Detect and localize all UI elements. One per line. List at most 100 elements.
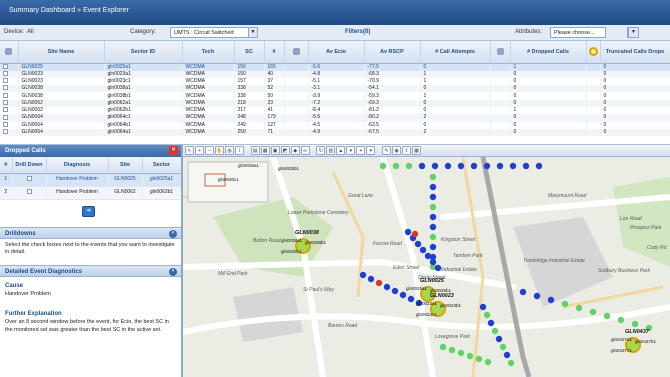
header-count[interactable]: #	[264, 41, 285, 64]
sample-dot[interactable]	[522, 162, 530, 170]
sample-dot[interactable]	[429, 213, 437, 221]
header-call-attempts[interactable]: # Call Attempts	[420, 41, 491, 64]
overview-inset[interactable]	[187, 161, 269, 203]
highlight-icon[interactable]: ◉	[392, 146, 402, 155]
sample-dot[interactable]	[429, 173, 437, 181]
drilldown-checkbox[interactable]	[12, 186, 47, 200]
sample-dot[interactable]	[359, 271, 367, 279]
map-view-icon[interactable]: ▣	[270, 146, 280, 155]
header-tech[interactable]: Tech	[182, 41, 235, 64]
row-checkbox[interactable]	[0, 99, 19, 107]
sample-dot[interactable]	[509, 162, 517, 170]
sample-dot[interactable]	[457, 162, 465, 170]
drilldown-checkbox[interactable]	[12, 173, 47, 187]
table-icon[interactable]: ▦	[412, 146, 422, 155]
filters-link[interactable]: Filters(0)	[345, 29, 370, 35]
device-value[interactable]: All	[27, 29, 34, 35]
pen-icon[interactable]: ✎	[382, 146, 392, 155]
sample-dot[interactable]	[617, 316, 625, 324]
zoom-in-icon[interactable]: +	[195, 146, 204, 155]
sample-dot[interactable]	[375, 279, 383, 287]
dropped-header-diagnosis[interactable]: Diagnosis	[46, 157, 109, 174]
sample-dot[interactable]	[507, 359, 515, 367]
grid-icon[interactable]: ▦	[260, 146, 270, 155]
refresh-icon[interactable]: ↻	[316, 146, 326, 155]
header-truncated-drops[interactable]: Truncated Calls Drops	[600, 41, 670, 64]
header-av-rscp[interactable]: Av RSCP	[364, 41, 421, 64]
row-checkbox[interactable]	[0, 114, 19, 122]
sample-dot[interactable]	[367, 275, 375, 283]
diagnostics-header[interactable]: Detailed Event Diagnostics ^	[0, 264, 181, 277]
sample-dot[interactable]	[519, 288, 527, 296]
category-select[interactable]: UMTS : Circuit Switched ▼	[170, 27, 258, 38]
sample-dot[interactable]	[479, 303, 487, 311]
row-checkbox[interactable]	[0, 106, 19, 115]
sample-dot[interactable]	[533, 292, 541, 300]
sample-dot[interactable]	[575, 304, 583, 312]
sample-dot[interactable]	[429, 193, 437, 201]
sample-dot[interactable]	[503, 351, 511, 359]
table-row[interactable]: GLN0062 gln0062a1 WCDMA 218 23 -7.2 -69.3 0 0 0	[0, 99, 670, 107]
export-icon[interactable]: ⇪	[402, 146, 412, 155]
globe-icon[interactable]: ◍	[225, 146, 234, 155]
breadcrumb-dashboard-link[interactable]: Summary Dashboard	[9, 7, 75, 14]
table-row[interactable]: GLN0038 gln0038b1 WCDMA 338 50 -3.9 -59.3 1 0 0	[0, 92, 670, 100]
sample-dot[interactable]	[457, 349, 465, 357]
close-icon[interactable]: ×	[169, 146, 178, 155]
sample-dot[interactable]	[535, 162, 543, 170]
collapse-icon[interactable]: ^	[169, 267, 177, 276]
header-sector-id[interactable]: Sector ID	[104, 41, 183, 64]
select-area-icon[interactable]: ◩	[280, 146, 290, 155]
row-checkbox[interactable]	[0, 77, 19, 86]
sample-dot[interactable]	[444, 162, 452, 170]
sample-dot[interactable]	[491, 327, 499, 335]
sample-dot[interactable]	[475, 355, 483, 363]
link-icon[interactable]: ∞	[300, 146, 310, 155]
sample-dot[interactable]	[429, 203, 437, 211]
attributes-dropdown-button[interactable]: ▼	[627, 27, 639, 38]
table-row[interactable]: GLN0064 gln0064c1 WCDMA 248 179 -5.6 -80.2 2 0 0	[0, 114, 670, 122]
sample-dot[interactable]	[419, 246, 427, 254]
histogram-icon[interactable]	[490, 41, 511, 64]
sample-dot[interactable]	[429, 233, 437, 241]
header-av-ecio[interactable]: Av Ecio	[308, 41, 365, 64]
sample-dot[interactable]	[407, 295, 415, 303]
sample-dot[interactable]	[561, 300, 569, 308]
sample-dot[interactable]	[411, 230, 419, 238]
sample-dot[interactable]	[379, 162, 387, 170]
row-checkbox[interactable]	[0, 128, 19, 137]
sample-dot[interactable]	[487, 319, 495, 327]
dropped-call-row[interactable]: 2 Handover Problem GLN0062 gln0062b1	[0, 186, 181, 200]
map-view[interactable]: Lower Parkstone Cemetery Great Lane Bolton…	[183, 157, 670, 377]
sample-dot[interactable]	[429, 243, 437, 251]
sample-dot[interactable]	[603, 312, 611, 320]
table-row[interactable]: GLN0038 gln0038a1 WCDMA 338 52 -3.1 -54.1 0 0 0	[0, 85, 670, 93]
sample-dot[interactable]	[418, 162, 426, 170]
measure-icon[interactable]: ⌖	[356, 146, 366, 155]
sample-dot[interactable]	[483, 311, 491, 319]
collapse-icon[interactable]: ^	[169, 229, 177, 238]
header-dropped-calls[interactable]: # Dropped Calls	[510, 41, 587, 64]
table-row[interactable]: GLN0064 gln0064a1 WCDMA 250 71 -4.9 -67.5 2 0 0	[0, 128, 670, 137]
sample-dot[interactable]	[431, 162, 439, 170]
map-canvas[interactable]: Lower Parkstone Cemetery Great Lane Bolton…	[183, 157, 670, 377]
sample-dot[interactable]	[429, 223, 437, 231]
table-row[interactable]: GLN0023 gln0023a1 WCDMA 150 40 -4.8 -68.3 1 0 0	[0, 70, 670, 78]
sample-dot[interactable]	[391, 287, 399, 295]
layers-icon[interactable]: ▤	[250, 146, 260, 155]
dropped-header-sector[interactable]: Sector	[142, 157, 181, 174]
drilldown-go-button[interactable]: ➜	[82, 205, 95, 217]
sample-dot[interactable]	[448, 346, 456, 354]
row-checkbox[interactable]	[0, 92, 19, 100]
select-all-header[interactable]	[0, 41, 19, 64]
info-icon[interactable]: i	[235, 146, 244, 155]
sample-dot[interactable]	[405, 162, 413, 170]
sample-dot[interactable]	[429, 258, 437, 266]
sample-dot[interactable]	[439, 343, 447, 351]
sample-dot[interactable]	[470, 162, 478, 170]
dropdown-icon[interactable]: ▾	[346, 146, 356, 155]
sample-dot[interactable]	[404, 228, 412, 236]
table-row[interactable]: GLN0025 gln0025a1 WCDMA 156 165 -5.6 -77.5 0 1 0	[0, 63, 670, 71]
sample-dot[interactable]	[434, 264, 442, 272]
chart-icon[interactable]: ▥	[326, 146, 336, 155]
